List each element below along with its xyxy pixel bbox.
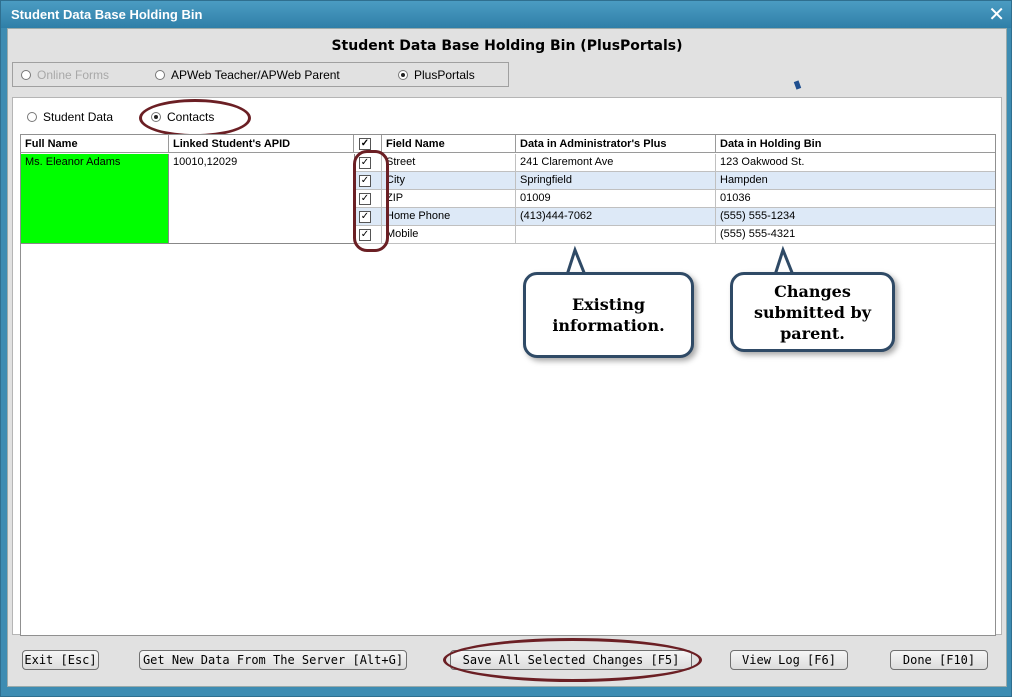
admin-value-cell: 01009 bbox=[516, 190, 716, 208]
table-row-mobile[interactable]: ✓ Mobile (555) 555-4321 bbox=[354, 226, 995, 244]
callout-existing-information: Existing information. bbox=[523, 272, 694, 358]
header-admin-plus[interactable]: Data in Administrator's Plus bbox=[516, 135, 716, 153]
source-radio-group: Online Forms APWeb Teacher/APWeb Parent … bbox=[12, 62, 509, 87]
client-area: Student Data Base Holding Bin (PlusPorta… bbox=[7, 28, 1007, 687]
exit-button[interactable]: Exit [Esc] bbox=[22, 650, 99, 670]
cursor-icon bbox=[793, 80, 802, 90]
view-log-button[interactable]: View Log [F6] bbox=[730, 650, 848, 670]
header-holding-bin[interactable]: Data in Holding Bin bbox=[716, 135, 995, 153]
done-button[interactable]: Done [F10] bbox=[890, 650, 988, 670]
radio-contacts[interactable]: Contacts bbox=[151, 110, 214, 124]
header-field-name[interactable]: Field Name bbox=[382, 135, 516, 153]
radio-plusportals[interactable]: PlusPortals bbox=[398, 68, 475, 82]
linked-apid-value[interactable]: 10010,12029 bbox=[169, 154, 353, 172]
radio-dot-selected[interactable] bbox=[398, 70, 408, 80]
admin-value-cell: (413)444-7062 bbox=[516, 208, 716, 226]
callout-changes-submitted: Changes submitted by parent. bbox=[730, 272, 895, 352]
radio-label: Online Forms bbox=[37, 68, 110, 82]
radio-dot[interactable] bbox=[27, 112, 37, 122]
radio-dot bbox=[21, 70, 31, 80]
save-all-selected-button[interactable]: Save All Selected Changes [F5] bbox=[450, 650, 692, 670]
radio-apweb[interactable]: APWeb Teacher/APWeb Parent bbox=[155, 68, 340, 82]
field-name-cell: ZIP bbox=[382, 190, 516, 208]
title-bar[interactable]: Student Data Base Holding Bin ✕ bbox=[1, 1, 1011, 28]
bin-value-cell: (555) 555-1234 bbox=[720, 210, 796, 222]
table-row-zip[interactable]: ✓ ZIP 01009 01036 bbox=[354, 190, 995, 208]
get-new-data-button[interactable]: Get New Data From The Server [Alt+G] bbox=[139, 650, 407, 670]
bin-value-cell: 123 Oakwood St. bbox=[720, 156, 805, 168]
holding-bin-grid: Full Name Linked Student's APID ✓ Field … bbox=[20, 134, 996, 636]
radio-student-data[interactable]: Student Data bbox=[27, 110, 113, 124]
bin-value-cell: 01036 bbox=[720, 192, 751, 204]
field-name-cell: Street bbox=[382, 154, 516, 172]
header-linked-apid[interactable]: Linked Student's APID bbox=[169, 135, 354, 153]
grid-bottom-line bbox=[21, 243, 382, 244]
checkbox-column-divider bbox=[354, 154, 382, 244]
field-name-cell: City bbox=[382, 172, 516, 190]
bin-value-cell: Hampden bbox=[720, 174, 768, 186]
radio-label: Contacts bbox=[167, 110, 215, 124]
window-title: Student Data Base Holding Bin bbox=[11, 7, 203, 22]
close-icon[interactable]: ✕ bbox=[988, 3, 1005, 25]
table-row-home-phone[interactable]: ✓ Home Phone (413)444-7062 (555) 555-123… bbox=[354, 208, 995, 226]
header-full-name[interactable]: Full Name bbox=[21, 135, 169, 153]
table-row-street[interactable]: ✓ Street 241 Claremont Ave 123 Oakwood S… bbox=[354, 154, 995, 172]
admin-value-cell: Springfield bbox=[516, 172, 716, 190]
page-title: Student Data Base Holding Bin (PlusPorta… bbox=[331, 38, 683, 54]
apid-column: 10010,12029 bbox=[169, 154, 355, 243]
admin-value-cell bbox=[516, 226, 716, 244]
contact-name: Ms. Eleanor Adams bbox=[25, 156, 121, 168]
table-row-city[interactable]: ✓ City Springfield Hampden bbox=[354, 172, 995, 190]
main-panel: Student Data Contacts Full Name Linked S… bbox=[12, 97, 1002, 636]
radio-label: Student Data bbox=[43, 110, 114, 124]
admin-value-cell: 241 Claremont Ave bbox=[516, 154, 716, 172]
radio-dot[interactable] bbox=[155, 70, 165, 80]
radio-dot-selected[interactable] bbox=[151, 112, 161, 122]
header-select-all[interactable]: ✓ bbox=[354, 135, 382, 153]
field-name-cell: Mobile bbox=[382, 226, 516, 244]
holding-bin-window: Student Data Base Holding Bin ✕ Student … bbox=[0, 0, 1012, 697]
select-all-checkbox[interactable]: ✓ bbox=[359, 138, 371, 150]
contact-name-cell[interactable]: Ms. Eleanor Adams bbox=[21, 154, 169, 243]
field-name-cell: Home Phone bbox=[382, 208, 516, 226]
radio-online-forms: Online Forms bbox=[21, 68, 109, 82]
radio-label: PlusPortals bbox=[414, 68, 475, 82]
radio-label: APWeb Teacher/APWeb Parent bbox=[171, 68, 340, 82]
bin-value-cell: (555) 555-4321 bbox=[720, 228, 796, 240]
